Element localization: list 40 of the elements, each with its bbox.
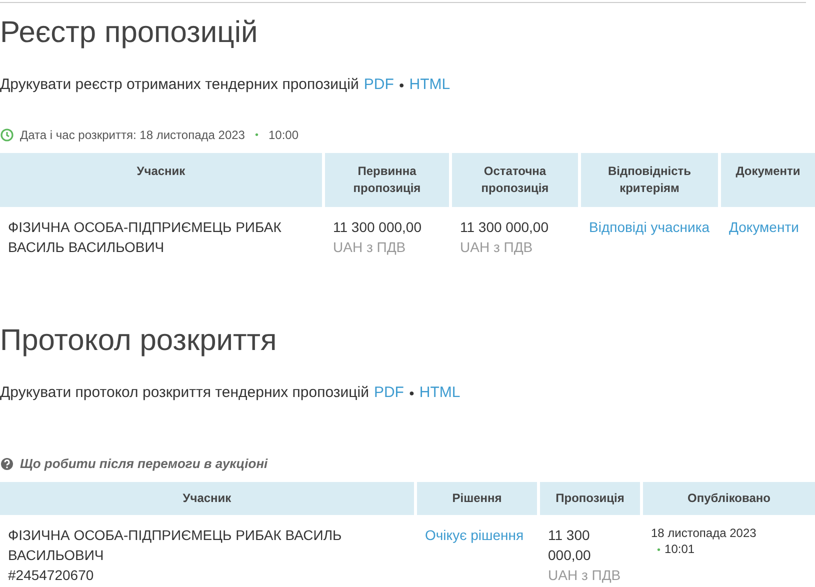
section-title: Протокол розкриття bbox=[0, 323, 278, 359]
published-date: 18 листопада 2023 bbox=[651, 525, 758, 541]
amount: 11 300 000,00 bbox=[333, 218, 422, 237]
print-label: Друкувати протокол розкриття тендерних пропозицій bbox=[0, 384, 369, 401]
column-header: Документи bbox=[721, 153, 815, 207]
column-header: Учасник bbox=[0, 153, 322, 207]
amount: 11 300 000,00 bbox=[548, 526, 592, 565]
column-header: Учасник bbox=[0, 482, 414, 515]
section-title: Реєстр пропозицій bbox=[0, 15, 259, 51]
help-link[interactable]: Що робити після перемоги в аукціоні bbox=[20, 456, 268, 471]
participant-name: ФІЗИЧНА ОСОБА-ПІДПРИЄМЕЦЬ РИБАК ВАСИЛЬ ВАСИЛЬОВИЧ bbox=[8, 526, 343, 565]
clock-icon bbox=[0, 128, 14, 142]
opening-time: 10:00 bbox=[268, 128, 299, 142]
participant-name: ФІЗИЧНА ОСОБА-ПІДПРИЄМЕЦЬ РИБАК ВАСИЛЬ ВАСИЛЬОВИЧ bbox=[8, 218, 282, 257]
column-header: Опубліковано bbox=[643, 482, 815, 515]
separator-dot: ● bbox=[408, 388, 414, 398]
column-header: Відповідність критеріям bbox=[581, 153, 718, 207]
column-header: Первинна пропозиція bbox=[325, 153, 449, 207]
opening-date: Дата і час розкриття: 18 листопада 2023 bbox=[20, 128, 245, 142]
separator-dot: • bbox=[657, 545, 661, 556]
print-link[interactable]: PDF bbox=[364, 76, 394, 93]
participant-id: #2454720670 bbox=[8, 566, 95, 585]
amount: 11 300 000,00 bbox=[460, 218, 550, 237]
published-time: 10:01 bbox=[664, 542, 695, 556]
print-link[interactable]: HTML bbox=[419, 384, 460, 401]
print-link[interactable]: HTML bbox=[409, 76, 450, 93]
table-link[interactable]: Очікує рішення bbox=[425, 525, 529, 545]
separator-dot: • bbox=[254, 130, 258, 140]
currency-label: UAH з ПДВ bbox=[548, 566, 622, 585]
table-link[interactable]: Документи bbox=[729, 217, 807, 237]
separator-dot: ● bbox=[398, 80, 404, 90]
column-header: Пропозиція bbox=[540, 482, 640, 515]
print-label: Друкувати реєстр отриманих тендерних пропозицій bbox=[0, 76, 359, 93]
currency-label: UAH з ПДВ bbox=[333, 238, 407, 257]
table-link[interactable]: Відповіді учасника bbox=[589, 217, 710, 237]
column-header: Остаточна пропозиція bbox=[452, 153, 578, 207]
print-link[interactable]: PDF bbox=[374, 384, 404, 401]
help-icon bbox=[0, 456, 14, 470]
column-header: Рішення bbox=[417, 482, 537, 515]
currency-label: UAH з ПДВ bbox=[460, 238, 534, 257]
